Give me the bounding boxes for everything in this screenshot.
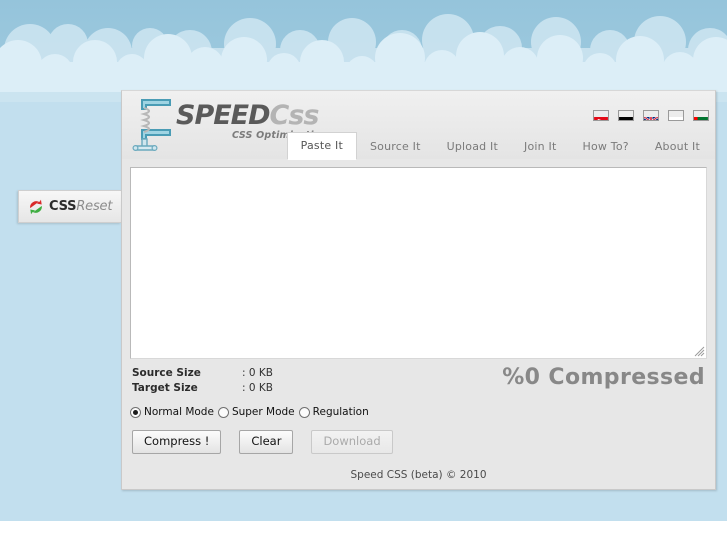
main-panel: SPEEDCss CSS Optimization Paste It Sourc… <box>121 90 716 490</box>
action-buttons: Compress ! Clear Download <box>132 430 705 454</box>
mode-option-super[interactable]: Super Mode <box>217 406 295 418</box>
mode-label-normal: Normal Mode <box>144 406 214 418</box>
refresh-circle-icon <box>30 199 42 214</box>
logo-wordmark: SPEEDCss <box>176 100 320 131</box>
flag-de-icon[interactable] <box>618 110 634 121</box>
mode-label-super: Super Mode <box>231 406 295 418</box>
mode-option-normal[interactable]: Normal Mode <box>130 406 214 418</box>
footer-copyright: Speed CSS (beta) © 2010 <box>350 469 487 481</box>
tab-how-to[interactable]: How To? <box>569 134 641 159</box>
mode-label-regulation: Regulation <box>312 406 369 418</box>
header: SPEEDCss CSS Optimization Paste It Sourc… <box>122 91 715 160</box>
logo-accent-text: Css <box>269 100 320 131</box>
tab-join-it[interactable]: Join It <box>511 134 569 159</box>
flag-gb-icon[interactable] <box>643 110 659 121</box>
language-selector <box>593 110 709 121</box>
css-input-textarea[interactable] <box>130 167 707 359</box>
radio-super-mode[interactable] <box>217 406 229 418</box>
compression-ratio-display: %0 Compressed <box>502 365 705 390</box>
target-size-label: Target Size <box>132 382 198 394</box>
source-size-label: Source Size <box>132 367 201 379</box>
editor-wrapper <box>130 167 707 359</box>
clear-button[interactable]: Clear <box>239 430 294 454</box>
source-size-value: : 0 KB <box>242 367 273 379</box>
tab-upload-it[interactable]: Upload It <box>434 134 511 159</box>
flag-tr-icon[interactable] <box>593 110 609 121</box>
download-button[interactable]: Download <box>311 430 393 454</box>
mode-radio-group: Normal Mode Super Mode Regulation <box>130 406 705 418</box>
page-root: CSSReset SPEEDCss CSS Optimization Paste… <box>0 0 727 545</box>
target-size-value: : 0 KB <box>242 382 273 394</box>
mode-option-regulation[interactable]: Regulation <box>298 406 369 418</box>
clamp-icon <box>132 99 171 151</box>
css-reset-label-bold: CSS <box>49 199 77 214</box>
compress-button[interactable]: Compress ! <box>132 430 222 454</box>
stats-section: Source Size : 0 KB Target Size : 0 KB %0… <box>132 365 705 402</box>
content-area: Source Size : 0 KB Target Size : 0 KB %0… <box>122 167 715 454</box>
main-nav: Paste It Source It Upload It Join It How… <box>286 132 713 160</box>
logo-main-text: SPEED <box>176 100 271 131</box>
flag-ru-icon[interactable] <box>668 110 684 121</box>
css-reset-label-light: Reset <box>76 199 113 214</box>
tab-source-it[interactable]: Source It <box>357 134 434 159</box>
flag-ae-icon[interactable] <box>693 110 709 121</box>
tab-paste-it[interactable]: Paste It <box>286 132 357 160</box>
tab-about-it[interactable]: About It <box>642 134 713 159</box>
css-reset-label: CSSReset <box>49 199 112 214</box>
radio-normal-mode[interactable] <box>130 406 141 418</box>
radio-regulation[interactable] <box>298 406 310 418</box>
css-reset-tab[interactable]: CSSReset <box>18 190 121 223</box>
